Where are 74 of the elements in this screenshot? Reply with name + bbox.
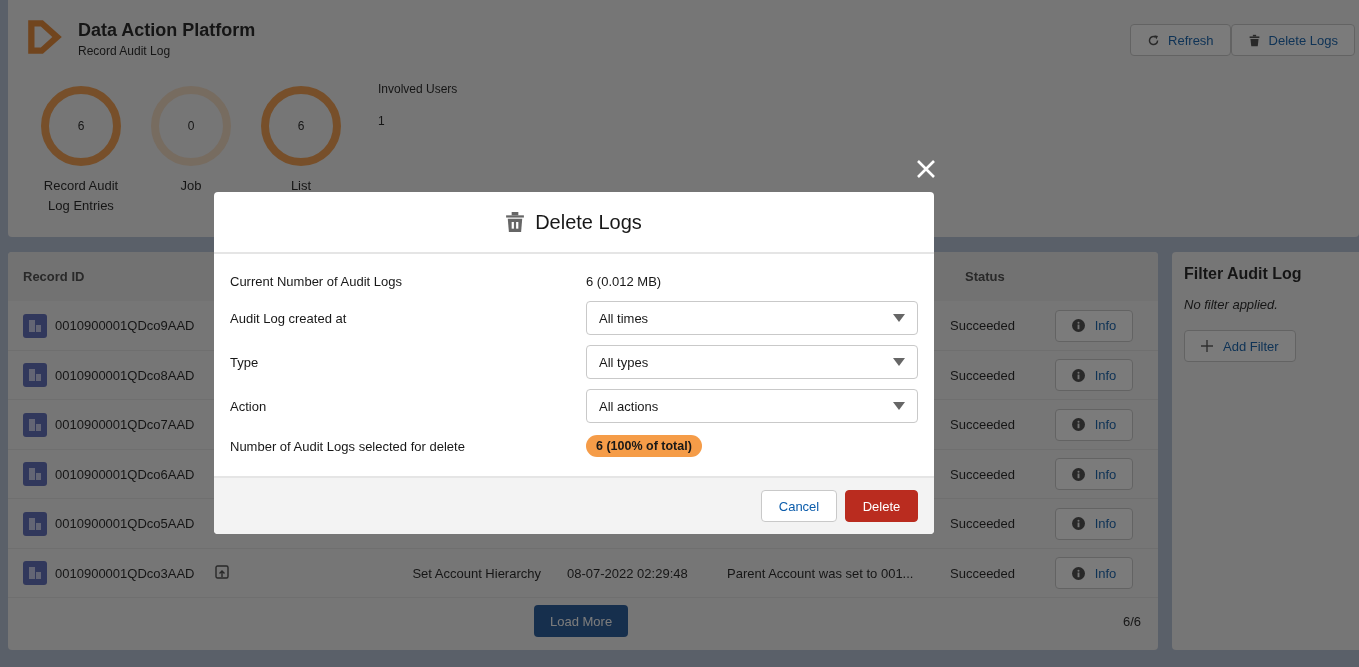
stat-value: 6 [77,119,85,133]
column-header: Record ID [23,269,85,285]
add-filter-button[interactable]: Add Filter [1184,330,1296,362]
info-icon [1071,467,1085,481]
count-badge: 6 (100% of total) [586,435,702,457]
status-cell-text: Succeeded [950,466,1017,482]
dropdown[interactable]: All times [586,301,918,335]
info-button[interactable]: Info [1055,309,1133,342]
stat-value: 0 [187,119,195,133]
delete-logs-button[interactable]: Delete Logs [1230,24,1355,56]
stat-label: List [289,177,313,195]
close-icon[interactable] [916,159,936,179]
stat-label: Record Audit Log Entries [42,177,120,215]
info-button[interactable]: Info [1055,507,1133,540]
refresh-icon [1147,33,1161,47]
column-header: Status [965,269,1005,285]
record-id[interactable]: 0010900001QDco3AAD [55,565,195,581]
table-cell: 08-07-2022 02:29:48 [567,565,688,581]
stat-label: Involved Users [378,82,458,96]
info-button[interactable]: Info [1055,359,1133,392]
field-label: Type [230,354,259,370]
empty-note: No filter applied. [1184,297,1279,312]
record-id[interactable]: 0010900001QDco8AAD [55,367,195,383]
record-id[interactable]: 0010900001QDco7AAD [55,417,195,433]
info-icon [1071,517,1085,531]
field-label: Audit Log created at [230,310,347,326]
trash-icon [1247,33,1261,47]
status-cell-text: Succeeded [950,318,1017,334]
info-button[interactable]: Info [1055,557,1133,590]
stat-value: 6 [297,119,305,133]
record-id[interactable]: 0010900001QDco9AAD [55,318,195,334]
table-cell: Set Account Hierarchy [412,565,541,581]
info-icon [1071,566,1085,580]
plus-icon [1201,340,1213,352]
refresh-button[interactable]: Refresh [1130,24,1231,56]
delete-button[interactable]: Delete [845,490,918,522]
info-button[interactable]: Info [1055,458,1133,491]
caret-icon [893,358,905,366]
info-icon [1071,319,1085,333]
building-icon [23,363,47,388]
table-cell: Parent Account was set to 001... [727,565,914,581]
building-icon [23,313,47,338]
record-count: 6/6 [1122,613,1141,629]
building-icon [23,561,47,586]
cancel-button[interactable]: Cancel [761,490,837,522]
dialog-title: Delete Logs [535,210,642,234]
info-icon [1071,418,1085,432]
building-icon [23,462,47,487]
dropdown[interactable]: All actions [586,389,918,423]
status-cell-text: Succeeded [950,565,1017,581]
status-cell-text: Succeeded [950,516,1017,532]
status-cell-text: Succeeded [950,417,1017,433]
info-icon [1071,368,1085,382]
upload-icon[interactable] [215,564,229,579]
caret-icon [893,314,905,322]
record-id[interactable]: 0010900001QDco6AAD [55,466,195,482]
page-subtitle: Record Audit Log [78,44,172,58]
field-label: Current Number of Audit Logs [230,273,402,289]
app-title: Data Action Platform [78,20,256,41]
stat-value: 1 [378,114,386,128]
info-button[interactable]: Info [1055,408,1133,441]
record-id[interactable]: 0010900001QDco5AAD [55,516,195,532]
building-icon [23,511,47,536]
panel-title: Filter Audit Log [1184,265,1303,283]
field-label: Action [230,398,267,414]
building-icon [23,412,47,437]
trash-icon [506,212,525,232]
load-more-button[interactable]: Load More [534,605,629,638]
dropdown[interactable]: All types [586,345,918,379]
field-label: Number of Audit Logs selected for delete [230,438,465,454]
field-value: 6 (0.012 MB) [586,273,662,289]
stat-label: Job [179,177,203,195]
caret-icon [893,402,905,410]
status-cell-text: Succeeded [950,367,1017,383]
